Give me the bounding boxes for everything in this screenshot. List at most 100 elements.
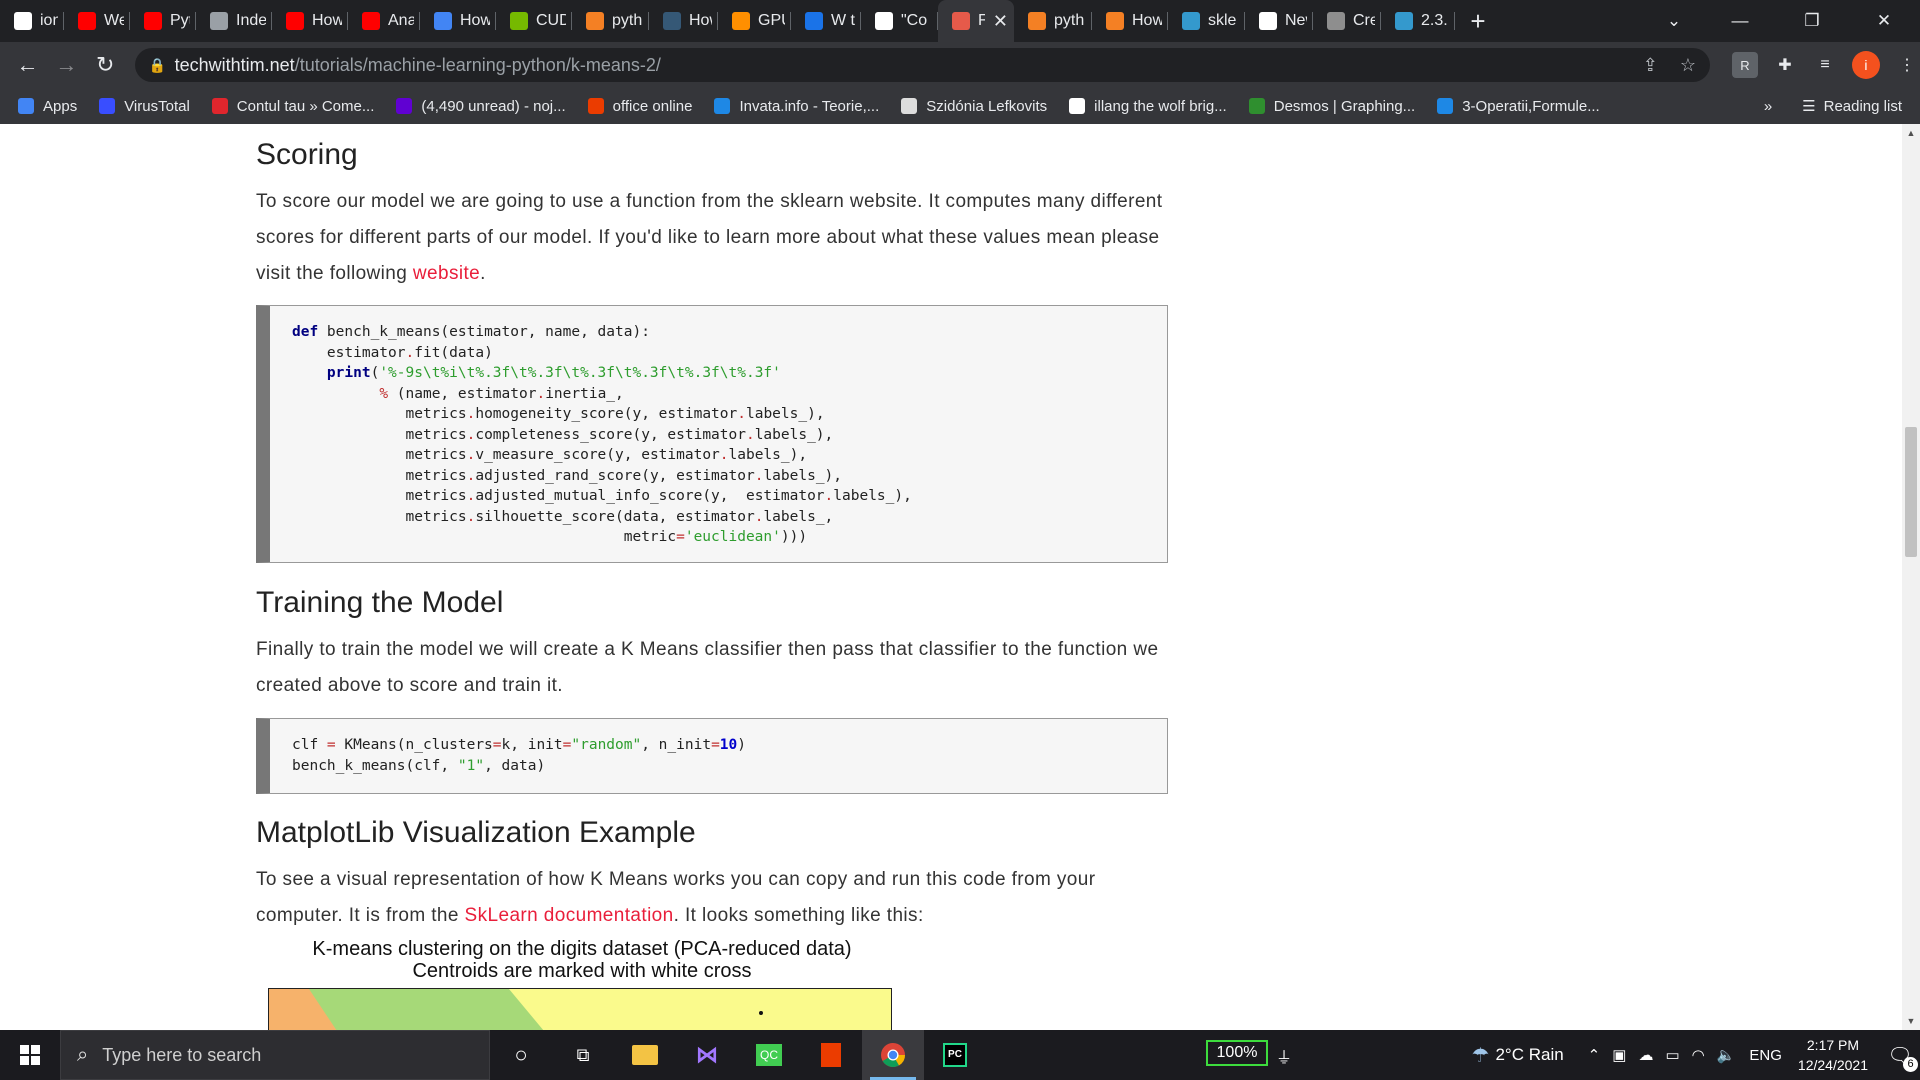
forward-button[interactable]: →: [47, 45, 86, 85]
extension-icon[interactable]: R: [1731, 52, 1758, 78]
bookmark-item[interactable]: Apps: [18, 98, 77, 115]
tab-title: pyth: [1054, 12, 1085, 29]
stackoverflow-icon: [1028, 12, 1046, 30]
sklearn-documentation-link[interactable]: SkLearn documentation: [465, 905, 674, 926]
browser-tab[interactable]: GPU: [718, 0, 791, 42]
bookmark-label: illang the wolf brig...: [1094, 97, 1227, 115]
notification-center-button[interactable]: 🗨 6: [1880, 1043, 1920, 1072]
office-icon[interactable]: [800, 1030, 862, 1080]
new-tab-button[interactable]: +: [1455, 0, 1501, 42]
page-scrollbar[interactable]: ▲ ▼: [1902, 124, 1920, 1030]
circle-icon: [805, 12, 823, 30]
cortana-button[interactable]: ○: [490, 1030, 552, 1080]
battery-icon[interactable]: ▭: [1665, 1046, 1679, 1064]
close-tab-icon[interactable]: ✕: [993, 11, 1008, 32]
scroll-up-arrow-icon[interactable]: ▲: [1902, 124, 1920, 142]
search-icon: ⌕: [77, 1043, 89, 1066]
browser-tab[interactable]: How: [1092, 0, 1168, 42]
file-explorer-icon[interactable]: [614, 1030, 676, 1080]
pycharm-icon[interactable]: PC: [924, 1030, 986, 1080]
browser-tab[interactable]: "Co: [861, 0, 938, 42]
meet-now-icon[interactable]: ▣: [1612, 1046, 1626, 1064]
bookmark-item[interactable]: 3-Operatii,Formule...: [1437, 98, 1600, 115]
browser-tab[interactable]: Inde: [196, 0, 272, 42]
scroll-down-arrow-icon[interactable]: ▼: [1902, 1012, 1920, 1030]
bookmarks-overflow-button[interactable]: »: [1764, 98, 1772, 115]
browser-tab[interactable]: pyth: [572, 0, 649, 42]
minimize-button[interactable]: —: [1704, 0, 1776, 42]
youtube-icon: [144, 12, 162, 30]
browser-tab[interactable]: How: [420, 0, 496, 42]
virustotal-icon: [99, 98, 116, 114]
share-icon[interactable]: ⇪: [1643, 55, 1658, 76]
techwithtim-icon: [952, 12, 970, 30]
bookmark-label: 3-Operatii,Formule...: [1462, 97, 1600, 115]
browser-tab[interactable]: W te: [791, 0, 861, 42]
restore-button[interactable]: ❐: [1776, 0, 1848, 42]
visual-studio-icon[interactable]: ⋈: [676, 1030, 738, 1080]
taskbar-search-box[interactable]: ⌕ Type here to search: [60, 1030, 490, 1080]
back-button[interactable]: ←: [8, 45, 47, 85]
weather-text[interactable]: 2°C Rain: [1495, 1045, 1563, 1065]
office-icon: [587, 98, 604, 114]
qt-creator-icon[interactable]: QC: [738, 1030, 800, 1080]
figure-title: K-means clustering on the digits dataset…: [312, 938, 852, 960]
bookmark-item[interactable]: office online: [587, 98, 692, 115]
windows-logo-icon: [20, 1045, 40, 1065]
bookmark-item[interactable]: Szidónia Lefkovits: [901, 98, 1047, 115]
tab-title: How: [312, 12, 342, 29]
bookmark-star-icon[interactable]: ☆: [1680, 55, 1696, 76]
bookmark-label: Contul tau » Come...: [236, 97, 375, 115]
kmeans-figure: K-means clustering on the digits dataset…: [262, 938, 902, 1030]
tab-search-icon[interactable]: ⌄: [1644, 0, 1704, 42]
browser-tab[interactable]: ionu: [0, 0, 64, 42]
bookmark-item[interactable]: illang the wolf brig...: [1069, 98, 1227, 115]
bookmark-item[interactable]: VirusTotal: [99, 98, 190, 115]
browser-tab[interactable]: 2.3.: [1381, 0, 1455, 42]
browser-tab[interactable]: How: [649, 0, 718, 42]
onedrive-icon[interactable]: ☁: [1638, 1046, 1653, 1064]
task-view-button[interactable]: ⧉: [552, 1030, 614, 1080]
volume-icon[interactable]: 🔈: [1717, 1046, 1736, 1064]
browser-tab[interactable]: Crea: [1313, 0, 1381, 42]
start-button[interactable]: [0, 1030, 60, 1080]
github-icon: [14, 12, 32, 30]
browser-tab[interactable]: Pyth: [130, 0, 196, 42]
language-indicator[interactable]: ENG: [1749, 1047, 1782, 1064]
browser-tab[interactable]: How: [272, 0, 348, 42]
browser-toolbar: ← → ↻ 🔒 techwithtim.net/tutorials/machin…: [0, 42, 1920, 88]
wifi-icon[interactable]: ◠: [1692, 1046, 1705, 1064]
reading-list-button[interactable]: ☰ Reading list: [1802, 97, 1902, 116]
address-bar[interactable]: 🔒 techwithtim.net/tutorials/machine-lear…: [134, 48, 1710, 82]
battery-percentage: 100%: [1206, 1040, 1268, 1066]
bookmark-item[interactable]: (4,490 unread) - noj...: [396, 98, 566, 115]
tab-title: ionu: [40, 12, 58, 29]
tab-title: "Co: [901, 12, 928, 29]
website-link[interactable]: website: [413, 263, 480, 284]
system-clock[interactable]: 2:17 PM 12/24/2021: [1798, 1035, 1868, 1075]
reload-button[interactable]: ↻: [86, 45, 125, 85]
bookmark-item[interactable]: Desmos | Graphing...: [1248, 98, 1415, 115]
scrollbar-thumb[interactable]: [1905, 427, 1917, 557]
extensions-puzzle-icon[interactable]: ✚: [1772, 52, 1798, 78]
browser-tab[interactable]: Ana: [348, 0, 420, 42]
media-control-icon[interactable]: ≡: [1812, 52, 1838, 78]
show-hidden-icons-chevron-icon[interactable]: ⌃: [1588, 1046, 1601, 1064]
close-window-button[interactable]: ✕: [1848, 0, 1920, 42]
browser-tab[interactable]: New: [1245, 0, 1313, 42]
youtube-icon: [78, 12, 96, 30]
tab-title: Ana: [388, 12, 414, 29]
browser-tab[interactable]: pyth: [1014, 0, 1092, 42]
browser-tab[interactable]: Web: [64, 0, 130, 42]
browser-tab[interactable]: CUD: [496, 0, 572, 42]
bookmark-item[interactable]: Invata.info - Teorie,...: [714, 98, 879, 115]
weather-rain-icon[interactable]: ☂: [1472, 1043, 1490, 1068]
bookmark-item[interactable]: Contul tau » Come...: [211, 97, 375, 115]
browser-tab[interactable]: F ✕: [938, 0, 1014, 42]
browser-tab[interactable]: skle: [1168, 0, 1245, 42]
chrome-icon[interactable]: [862, 1030, 924, 1080]
menu-kebab-icon[interactable]: ⋮: [1894, 52, 1920, 78]
image-icon: [1327, 12, 1345, 30]
tab-title: skle: [1208, 12, 1237, 29]
profile-avatar[interactable]: i: [1851, 51, 1880, 79]
